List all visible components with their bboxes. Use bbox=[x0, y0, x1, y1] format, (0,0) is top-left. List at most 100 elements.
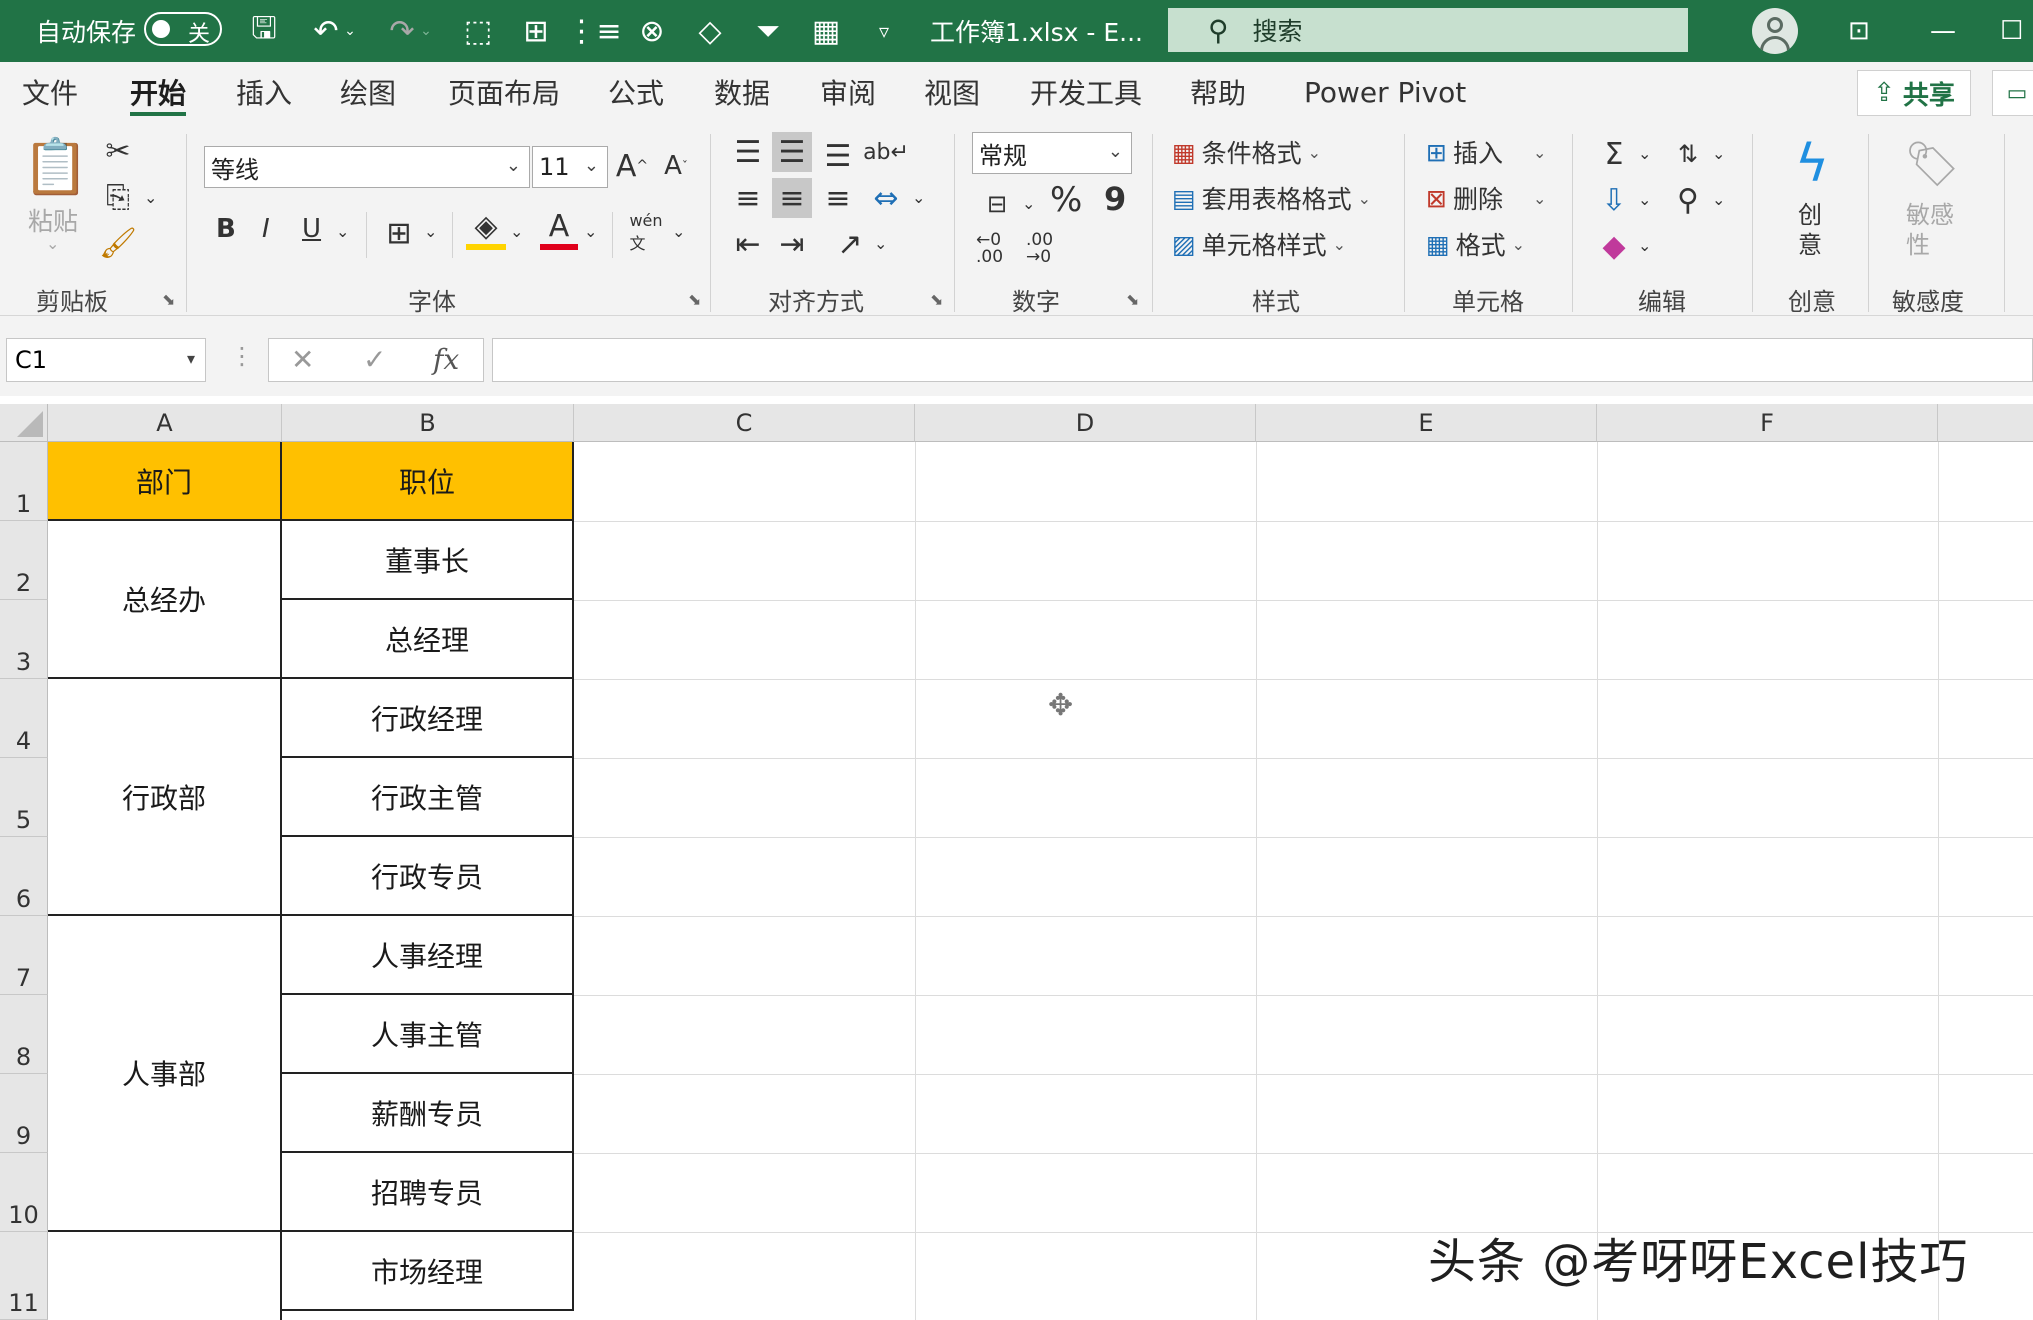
clear-dropdown-icon[interactable]: ⌄ bbox=[1638, 236, 1651, 255]
cell-a1[interactable]: 部门 bbox=[48, 442, 282, 521]
decrease-font-icon[interactable]: Aˇ bbox=[658, 146, 694, 186]
row-header-2[interactable]: 2 bbox=[0, 521, 48, 600]
qat-customize-icon[interactable]: ▿ bbox=[862, 0, 906, 62]
paste-label[interactable]: 粘贴 bbox=[28, 202, 78, 238]
row-header-1[interactable]: 1 bbox=[0, 442, 48, 521]
font-color-dropdown-icon[interactable]: ⌄ bbox=[584, 222, 597, 241]
increase-font-icon[interactable]: A ^ bbox=[614, 146, 650, 186]
italic-button[interactable]: I bbox=[262, 214, 270, 244]
row-header-8[interactable]: 8 bbox=[0, 995, 48, 1074]
fill-color-icon[interactable]: ◈ bbox=[466, 208, 506, 250]
format-cells-button[interactable]: ▦ 格式 ⌄ bbox=[1426, 226, 1525, 262]
align-middle-icon[interactable]: ☰ bbox=[772, 132, 812, 172]
tab-data[interactable]: 数据 bbox=[714, 62, 770, 122]
insert-cells-button[interactable]: ⊞ 插入 ⌄ bbox=[1426, 134, 1546, 170]
cell-b2[interactable]: 董事长 bbox=[282, 521, 574, 600]
font-launcher-icon[interactable]: ⬊ bbox=[688, 290, 701, 309]
undo-dropdown-icon[interactable]: ⌄ bbox=[340, 0, 360, 62]
clear-icon[interactable]: ◆ bbox=[1594, 226, 1634, 266]
format-painter-icon[interactable]: 🖌 bbox=[99, 226, 137, 261]
bold-button[interactable]: B bbox=[216, 214, 236, 244]
tab-home[interactable]: 开始 bbox=[130, 62, 187, 122]
align-bottom-icon[interactable]: ☰ bbox=[818, 136, 858, 176]
cell-b10[interactable]: 招聘专员 bbox=[282, 1153, 574, 1232]
tab-power-pivot[interactable]: Power Pivot bbox=[1304, 62, 1466, 122]
ideas-icon[interactable]: ϟ bbox=[1786, 132, 1838, 196]
column-header-next[interactable] bbox=[1938, 404, 2033, 442]
autosum-dropdown-icon[interactable]: ⌄ bbox=[1638, 144, 1651, 163]
underline-dropdown-icon[interactable]: ⌄ bbox=[336, 222, 349, 241]
column-header-c[interactable]: C bbox=[574, 404, 915, 442]
row-header-5[interactable]: 5 bbox=[0, 758, 48, 837]
cell-b11[interactable]: 市场经理 bbox=[282, 1232, 574, 1311]
tab-view[interactable]: 视图 bbox=[924, 62, 980, 122]
column-header-b[interactable]: B bbox=[282, 404, 574, 442]
fill-icon[interactable]: ⇩ bbox=[1594, 180, 1634, 220]
share-button[interactable]: ⇪ 共享 bbox=[1857, 70, 1971, 116]
cell-b1[interactable]: 职位 bbox=[282, 442, 574, 521]
save-icon[interactable]: 🖫 bbox=[242, 0, 286, 62]
cell-a2-merged[interactable]: 总经办 bbox=[48, 521, 282, 679]
format-as-table-button[interactable]: ▤ 套用表格格式 ⌄ bbox=[1172, 180, 1371, 216]
merge-dropdown-icon[interactable]: ⌄ bbox=[912, 188, 925, 207]
font-color-icon[interactable]: A bbox=[540, 208, 578, 250]
cell-b5[interactable]: 行政主管 bbox=[282, 758, 574, 837]
percent-button[interactable]: % bbox=[1050, 180, 1082, 220]
alignment-launcher-icon[interactable]: ⬊ bbox=[930, 290, 943, 309]
formula-input[interactable] bbox=[492, 338, 2033, 382]
clipboard-launcher-icon[interactable]: ⬊ bbox=[162, 290, 175, 309]
font-name-select[interactable]: 等线 ⌄ bbox=[204, 146, 530, 188]
comments-icon[interactable]: ▭ bbox=[1992, 70, 2033, 116]
ribbon-display-icon[interactable]: ⊡ bbox=[1848, 0, 1870, 62]
row-header-3[interactable]: 3 bbox=[0, 600, 48, 679]
fill-dropdown-icon[interactable]: ⌄ bbox=[1638, 190, 1651, 209]
cell-styles-button[interactable]: ▨ 单元格样式 ⌄ bbox=[1172, 226, 1346, 262]
border-dropdown-icon[interactable]: ⌄ bbox=[424, 222, 437, 241]
decrease-indent-icon[interactable]: ⇤ bbox=[728, 224, 768, 264]
increase-indent-icon[interactable]: ⇥ bbox=[772, 224, 812, 264]
sensitivity-button[interactable]: 敏感性 bbox=[1906, 200, 1960, 260]
font-size-select[interactable]: 11 ⌄ bbox=[532, 146, 608, 188]
qat-table-icon[interactable]: ⊞ bbox=[514, 0, 558, 62]
sort-filter-icon[interactable]: ⇅ bbox=[1668, 134, 1708, 174]
underline-button[interactable]: U bbox=[302, 214, 321, 244]
qat-chart-icon[interactable]: ▦ bbox=[804, 0, 848, 62]
avatar[interactable] bbox=[1752, 8, 1798, 54]
column-header-a[interactable]: A bbox=[48, 404, 282, 442]
qat-comment-icon[interactable]: ⬚ bbox=[456, 0, 500, 62]
name-box[interactable]: C1 ▾ bbox=[6, 338, 206, 382]
cell-b9[interactable]: 薪酬专员 bbox=[282, 1074, 574, 1153]
tab-formulas[interactable]: 公式 bbox=[608, 62, 664, 122]
row-header-11[interactable]: 11 bbox=[0, 1232, 48, 1320]
currency-dropdown-icon[interactable]: ⌄ bbox=[1022, 194, 1035, 213]
orientation-icon[interactable]: ↗ bbox=[830, 224, 870, 264]
row-header-10[interactable]: 10 bbox=[0, 1153, 48, 1232]
align-center-icon[interactable]: ≡ bbox=[772, 178, 812, 218]
find-select-dropdown-icon[interactable]: ⌄ bbox=[1712, 190, 1725, 209]
row-header-7[interactable]: 7 bbox=[0, 916, 48, 995]
tab-developer[interactable]: 开发工具 bbox=[1030, 62, 1142, 122]
copy-dropdown-icon[interactable]: ⌄ bbox=[144, 188, 157, 207]
row-header-6[interactable]: 6 bbox=[0, 837, 48, 916]
cell-b7[interactable]: 人事经理 bbox=[282, 916, 574, 995]
tab-draw[interactable]: 绘图 bbox=[340, 62, 396, 122]
select-all-button[interactable] bbox=[0, 404, 48, 442]
insert-function-button[interactable]: fx bbox=[433, 343, 459, 376]
cell-a11[interactable] bbox=[48, 1232, 282, 1320]
row-header-9[interactable]: 9 bbox=[0, 1074, 48, 1153]
tab-insert[interactable]: 插入 bbox=[236, 62, 292, 122]
orientation-dropdown-icon[interactable]: ⌄ bbox=[874, 234, 887, 253]
cell-b4[interactable]: 行政经理 bbox=[282, 679, 574, 758]
conditional-formatting-button[interactable]: ▦ 条件格式 ⌄ bbox=[1172, 134, 1321, 170]
paste-icon[interactable]: 📋 bbox=[22, 132, 89, 202]
ideas-button[interactable]: 创意 bbox=[1798, 200, 1828, 260]
autosum-icon[interactable]: Σ bbox=[1594, 134, 1634, 174]
sensitivity-icon[interactable]: 🏷 bbox=[1904, 132, 1960, 196]
number-launcher-icon[interactable]: ⬊ bbox=[1126, 290, 1139, 309]
paste-dropdown-icon[interactable]: ⌄ bbox=[46, 234, 59, 253]
cell-a4-merged[interactable]: 行政部 bbox=[48, 679, 282, 916]
currency-icon[interactable]: ⊟ bbox=[976, 184, 1018, 224]
qat-filter-icon[interactable]: ⏷ bbox=[746, 0, 790, 62]
row-header-4[interactable]: 4 bbox=[0, 679, 48, 758]
search-box[interactable]: ⚲ 搜索 bbox=[1168, 8, 1688, 52]
